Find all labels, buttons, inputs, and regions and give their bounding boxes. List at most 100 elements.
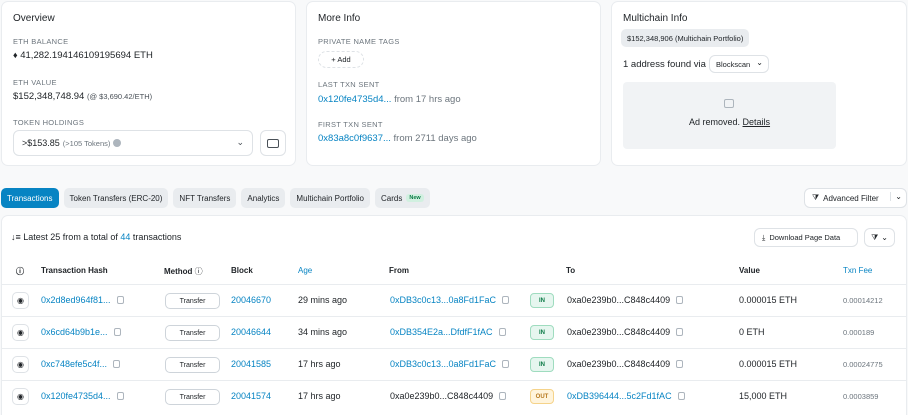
add-tag-button[interactable]: + Add	[318, 51, 364, 68]
download-page-data-button[interactable]: ⤓ Download Page Data	[754, 228, 858, 247]
eth-balance-value: 41,282.194146109195694 ETH	[20, 50, 153, 61]
tab-transactions[interactable]: Transactions	[1, 188, 59, 208]
value-text: 15,000 ETH	[739, 391, 788, 401]
col-txn-fee[interactable]: Txn Fee	[843, 266, 872, 275]
block-link[interactable]: 20046670	[231, 295, 271, 305]
view-details-button[interactable]: ◉	[12, 324, 29, 341]
copy-icon[interactable]	[676, 328, 684, 336]
from-address-link[interactable]: 0xDB3c0c13...0a8Fd1FaC	[390, 295, 496, 305]
view-details-button[interactable]: ◉	[12, 388, 29, 405]
block-link[interactable]: 20041585	[231, 359, 271, 369]
copy-icon[interactable]	[502, 360, 510, 368]
view-details-button[interactable]: ◉	[12, 356, 29, 373]
last-txn-hash-link[interactable]: 0x120fe4735d4...	[318, 94, 391, 105]
age-text: 17 hrs ago	[298, 391, 341, 401]
to-address: 0xa0e239b0...C848c4409	[567, 295, 684, 305]
to-address-text: 0xa0e239b0...C848c4409	[567, 295, 671, 305]
overview-card: Overview ETH BALANCE ♦ 41,282.1941461091…	[1, 1, 296, 166]
copy-icon[interactable]	[113, 328, 121, 336]
col-age[interactable]: Age	[298, 266, 312, 275]
direction-badge: IN	[530, 325, 554, 340]
table-row: ◉ 0xc748efe5c4f... Transfer 20041585 17 …	[1, 348, 907, 380]
advanced-filter-button[interactable]: ⧩ Advanced Filter ⌄	[804, 188, 907, 208]
copy-icon[interactable]	[498, 328, 506, 336]
copy-icon[interactable]	[116, 296, 124, 304]
col-from: From	[389, 266, 409, 275]
method-badge: Transfer	[165, 389, 220, 405]
txn-hash-link[interactable]: 0xc748efe5c4f...	[41, 359, 107, 369]
summary-count-link[interactable]: 44	[120, 232, 130, 242]
token-holdings-value: >$153.85	[22, 138, 60, 148]
tab-cards[interactable]: Cards New	[375, 188, 430, 208]
txn-hash: 0xc748efe5c4f...	[41, 359, 121, 369]
to-address-text: 0xa0e239b0...C848c4409	[567, 359, 671, 369]
value-text: 0.000015 ETH	[739, 295, 798, 305]
to-address: 0xa0e239b0...C848c4409	[567, 359, 684, 369]
wallet-button[interactable]	[260, 130, 286, 156]
method-badge: Transfer	[165, 357, 220, 373]
copy-icon[interactable]	[116, 392, 124, 400]
tab-token-transfers[interactable]: Token Transfers (ERC-20)	[63, 188, 169, 208]
advanced-filter-label: Advanced Filter	[823, 193, 879, 203]
from-address: 0xa0e239b0...C848c4409	[390, 391, 507, 401]
to-address-text: 0xa0e239b0...C848c4409	[567, 327, 671, 337]
table-row: ◉ 0x120fe4735d4... Transfer 20041574 17 …	[1, 380, 907, 412]
age-text: 34 mins ago	[298, 327, 348, 337]
copy-icon[interactable]	[499, 392, 507, 400]
value-text: 0.000015 ETH	[739, 359, 798, 369]
add-tag-label: + Add	[331, 55, 351, 64]
fee-text: 0.0003859	[843, 392, 879, 401]
copy-icon[interactable]	[677, 392, 685, 400]
first-txn-hash-link[interactable]: 0x83a8c0f9637...	[318, 133, 391, 144]
multichain-portfolio-badge[interactable]: $152,348,906 (Multichain Portfolio)	[621, 29, 750, 47]
private-tags-label: PRIVATE NAME TAGS	[318, 37, 400, 46]
new-badge: New	[406, 194, 424, 202]
chevron-down-icon: ⌄	[890, 192, 902, 201]
multichain-portfolio-text: $152,348,906 (Multichain Portfolio)	[627, 33, 744, 43]
col-transaction-hash: Transaction Hash	[41, 266, 108, 275]
image-icon	[724, 99, 734, 108]
ad-details-link[interactable]: Details	[743, 117, 771, 127]
tab-multichain-portfolio[interactable]: Multichain Portfolio	[290, 188, 371, 208]
download-icon: ⤓	[762, 232, 766, 242]
tab-label: Multichain Portfolio	[296, 193, 365, 203]
eth-balance: ♦ 41,282.194146109195694 ETH	[13, 50, 153, 61]
copy-icon[interactable]	[676, 296, 684, 304]
block-link[interactable]: 20046644	[231, 327, 271, 337]
txn-hash-link[interactable]: 0x120fe4735d4...	[41, 391, 111, 401]
txn-hash-link[interactable]: 0x2d8ed964f81...	[41, 295, 111, 305]
value-text: 0 ETH	[739, 327, 765, 337]
from-address-text: 0xa0e239b0...C848c4409	[390, 391, 494, 401]
from-address-link[interactable]: 0xDB354E2a...DfdfF1fAC	[390, 327, 493, 337]
help-icon: ⓘ	[194, 267, 203, 276]
from-address-link[interactable]: 0xDB3c0c13...0a8Fd1FaC	[390, 359, 496, 369]
col-block: Block	[231, 266, 253, 275]
col-method: Method ⓘ	[164, 266, 203, 277]
to-address: 0xDB396444...5c2Fd1fAC	[567, 391, 685, 401]
multichain-title: Multichain Info	[623, 13, 688, 24]
txn-hash: 0x2d8ed964f81...	[41, 295, 124, 305]
txn-hash-link[interactable]: 0x6cd64b9b1e...	[41, 327, 108, 337]
copy-icon[interactable]	[502, 296, 510, 304]
tab-nft-transfers[interactable]: NFT Transfers	[173, 188, 237, 208]
direction-badge: IN	[530, 293, 554, 308]
first-txn: 0x83a8c0f9637... from 2711 days ago	[318, 133, 477, 144]
summary-prefix: Latest 25 from a total of	[23, 232, 118, 242]
token-holdings-dropdown[interactable]: >$153.85 (>105 Tokens) ⌄	[13, 130, 253, 156]
block-link[interactable]: 20041574	[231, 391, 271, 401]
blockscan-dropdown[interactable]: Blockscan ⌄	[709, 55, 769, 73]
tab-analytics[interactable]: Analytics	[241, 188, 286, 208]
sort-icon: ↓≡	[11, 232, 21, 242]
view-details-button[interactable]: ◉	[12, 292, 29, 309]
chevron-down-icon: ⌄	[236, 137, 244, 147]
table-filter-button[interactable]: ⧩ ⌄	[864, 228, 895, 247]
tab-label: NFT Transfers	[179, 193, 231, 203]
direction-badge: IN	[530, 357, 554, 372]
copy-icon[interactable]	[676, 360, 684, 368]
copy-icon[interactable]	[113, 360, 121, 368]
help-icon: ⓘ	[16, 267, 24, 276]
chevron-down-icon: ⌄	[881, 233, 888, 242]
method-badge: Transfer	[165, 325, 220, 341]
tab-bar: Transactions Token Transfers (ERC-20) NF…	[1, 188, 430, 208]
to-address-link[interactable]: 0xDB396444...5c2Fd1fAC	[567, 391, 672, 401]
